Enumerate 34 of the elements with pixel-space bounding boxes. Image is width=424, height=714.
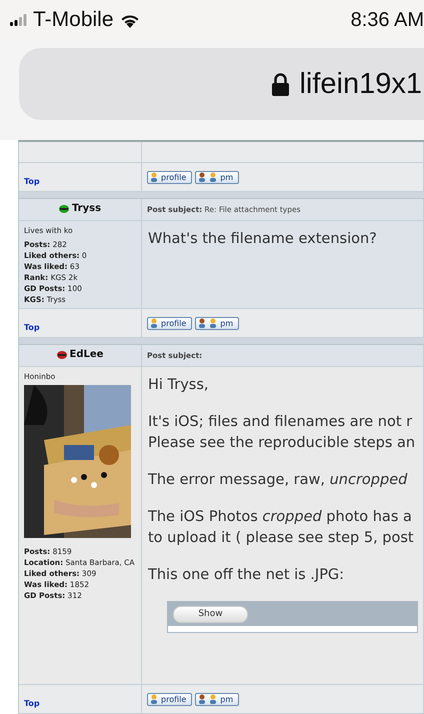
clock-time: 8:36 AM (350, 8, 424, 32)
pm-button[interactable]: pm (195, 316, 240, 330)
profile-button[interactable]: profile (147, 692, 192, 706)
post-paragraph: It's iOS; files and filenames are not r Please see the reproducible steps an (148, 413, 416, 453)
top-link[interactable]: Top (24, 699, 40, 708)
person-icon (209, 172, 218, 182)
person-icon (209, 318, 218, 328)
carrier-name: T-Mobile (33, 8, 114, 32)
top-link[interactable]: Top (24, 323, 40, 332)
person-icon (209, 694, 218, 704)
wifi-icon (120, 12, 140, 28)
person-icon (198, 694, 206, 704)
post-paragraph: The error message, raw, uncropped (148, 471, 408, 490)
profile-button[interactable]: profile (147, 170, 192, 184)
address-bar[interactable]: lifein19x1 (19, 48, 424, 120)
url-text: lifein19x1 (299, 68, 422, 100)
top-link[interactable]: Top (24, 177, 40, 186)
post-paragraph: The iOS Photos cropped photo has a to upload it ( please see step 5, post (148, 508, 415, 548)
profile-button[interactable]: profile (147, 316, 192, 330)
signal-icon (10, 14, 27, 26)
pm-button[interactable]: pm (195, 170, 240, 184)
post-paragraph: What's the filename extension? (148, 230, 378, 249)
person-icon (198, 318, 206, 328)
lock-icon (272, 72, 290, 96)
person-icon (150, 172, 158, 182)
pm-button[interactable]: pm (195, 692, 240, 706)
person-icon (150, 318, 158, 328)
post-paragraph: Hi Tryss, (148, 376, 210, 395)
person-icon (198, 172, 206, 182)
post-paragraph: This one off the net is .JPG: (148, 566, 346, 585)
author-name[interactable]: EdLee (24, 349, 136, 360)
show-button[interactable]: Show (173, 606, 248, 622)
person-icon (150, 694, 158, 704)
author-name[interactable]: Tryss (24, 203, 136, 214)
